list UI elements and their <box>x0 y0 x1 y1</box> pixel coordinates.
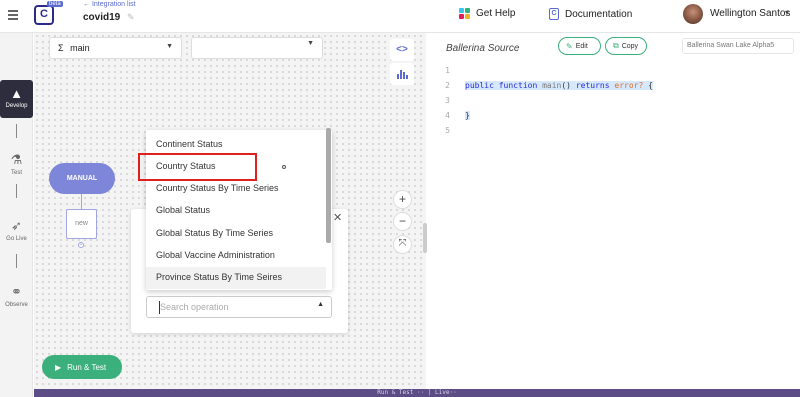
code-brace: { <box>648 81 653 90</box>
add-node-icon[interactable]: + <box>78 242 84 248</box>
nav-connector <box>16 254 17 268</box>
nav-item-develop[interactable]: ▲ Develop <box>0 80 33 118</box>
version-badge: Ballerina Swan Lake Alpha5 <box>682 38 794 54</box>
edit-label: Edit <box>575 42 588 50</box>
menu-icon[interactable] <box>8 10 18 22</box>
run-test-label: Run & Test <box>67 362 107 372</box>
documentation-link[interactable]: C Documentation <box>549 8 632 20</box>
code-function-name: main <box>542 81 562 90</box>
zoom-out-button[interactable]: − <box>393 212 412 231</box>
code-keyword: function <box>498 81 538 90</box>
code-view-toggle[interactable]: <> <box>390 39 414 61</box>
binoculars-icon: ⚭ <box>11 284 22 299</box>
documentation-label: Documentation <box>565 8 633 20</box>
code-line-2: public function main() returns error? { <box>465 81 653 90</box>
documentation-icon: C <box>549 8 559 20</box>
code-keyword: returns <box>575 81 610 90</box>
operation-option[interactable]: Global Status By Time Series <box>146 223 326 245</box>
get-help-link[interactable]: Get Help <box>459 8 515 19</box>
chevron-down-icon: ▼ <box>166 43 173 50</box>
mouse-cursor <box>282 165 286 169</box>
nav-connector <box>16 184 17 198</box>
avatar[interactable] <box>683 4 703 24</box>
chevron-down-icon: ▲ <box>317 301 324 308</box>
zoom-in-button[interactable]: + <box>393 190 412 209</box>
nav-label-test: Test <box>10 170 22 176</box>
code-parens: () <box>561 81 571 90</box>
line-number: 2 <box>445 81 450 90</box>
operation-option[interactable]: Global Status <box>146 200 326 222</box>
nav-connector <box>16 124 17 138</box>
get-help-label: Get Help <box>476 8 516 19</box>
nav-item-go-live[interactable]: ➶ Go Live <box>0 218 33 246</box>
close-icon[interactable]: ✕ <box>333 211 342 224</box>
flask-icon: ⚗ <box>10 152 23 167</box>
text-caret <box>159 301 160 314</box>
project-title: covid19 <box>83 12 121 23</box>
flow-connector <box>81 194 82 209</box>
choreo-logo[interactable] <box>34 5 54 25</box>
line-number: 5 <box>445 126 450 135</box>
line-number: 1 <box>445 66 450 75</box>
function-select-value: main <box>70 43 90 53</box>
chevron-down-icon[interactable]: ▾ <box>785 8 789 17</box>
status-bar: Run & Test ·· | Live·· <box>34 389 800 397</box>
operation-option[interactable]: Province Status By Time Seires <box>146 267 326 289</box>
source-title: Ballerina Source <box>446 43 520 54</box>
nav-item-observe[interactable]: ⚭ Observe <box>0 284 33 312</box>
search-operation-input[interactable]: Search operation ▲ <box>146 296 332 318</box>
edit-button[interactable]: ✎ Edit <box>558 37 601 55</box>
develop-icon: ▲ <box>10 86 23 101</box>
highlight-annotation <box>138 153 257 181</box>
manual-trigger-node[interactable]: MANUAL <box>49 163 115 194</box>
username[interactable]: Wellington Santos <box>710 8 790 19</box>
top-bar: beta ← Integration list covid19 ✎ Get He… <box>0 0 800 33</box>
fit-screen-button[interactable]: ⤧ <box>393 235 412 254</box>
search-operation-placeholder: Search operation <box>160 302 229 312</box>
nav-label-develop: Develop <box>5 103 28 109</box>
code-editor[interactable] <box>427 60 800 389</box>
operation-option[interactable]: Global Vaccine Administration <box>146 245 326 267</box>
fit-screen-icon: ⤧ <box>398 238 407 249</box>
operation-option[interactable]: Country Status By Time Series <box>146 178 326 200</box>
copy-button[interactable]: ⧉ Copy <box>605 37 647 55</box>
copy-icon: ⧉ <box>613 41 619 50</box>
edit-title-icon[interactable]: ✎ <box>127 12 135 23</box>
slack-icon <box>459 8 470 19</box>
chevron-down-icon: ▼ <box>307 40 314 47</box>
code-line-4: } <box>465 111 470 120</box>
integration-list-link[interactable]: ← Integration list <box>83 1 136 8</box>
new-node[interactable]: new <box>66 209 97 239</box>
nav-item-test[interactable]: ⚗ Test <box>0 152 33 180</box>
code-brackets-icon: <> <box>396 44 408 55</box>
code-type: error? <box>614 81 644 90</box>
secondary-select[interactable]: ▼ <box>191 37 323 59</box>
nav-label-observe: Observe <box>5 302 28 308</box>
line-number: 4 <box>445 111 450 120</box>
nav-label-go-live: Go Live <box>6 236 27 242</box>
function-select[interactable]: Σ main ▼ <box>49 37 182 59</box>
code-brace: } <box>465 111 470 120</box>
code-keyword: public <box>465 81 494 90</box>
run-test-button[interactable]: ▶ Run & Test <box>42 355 122 379</box>
copy-label: Copy <box>621 42 639 50</box>
chart-view-toggle[interactable] <box>390 63 414 85</box>
sigma-icon: Σ <box>58 43 64 53</box>
dropdown-scrollbar[interactable] <box>326 128 331 243</box>
line-number: 3 <box>445 96 450 105</box>
edit-icon: ✎ <box>566 41 573 51</box>
play-icon: ▶ <box>55 362 62 372</box>
rocket-icon: ➶ <box>11 218 22 233</box>
beta-badge: beta <box>47 1 63 7</box>
